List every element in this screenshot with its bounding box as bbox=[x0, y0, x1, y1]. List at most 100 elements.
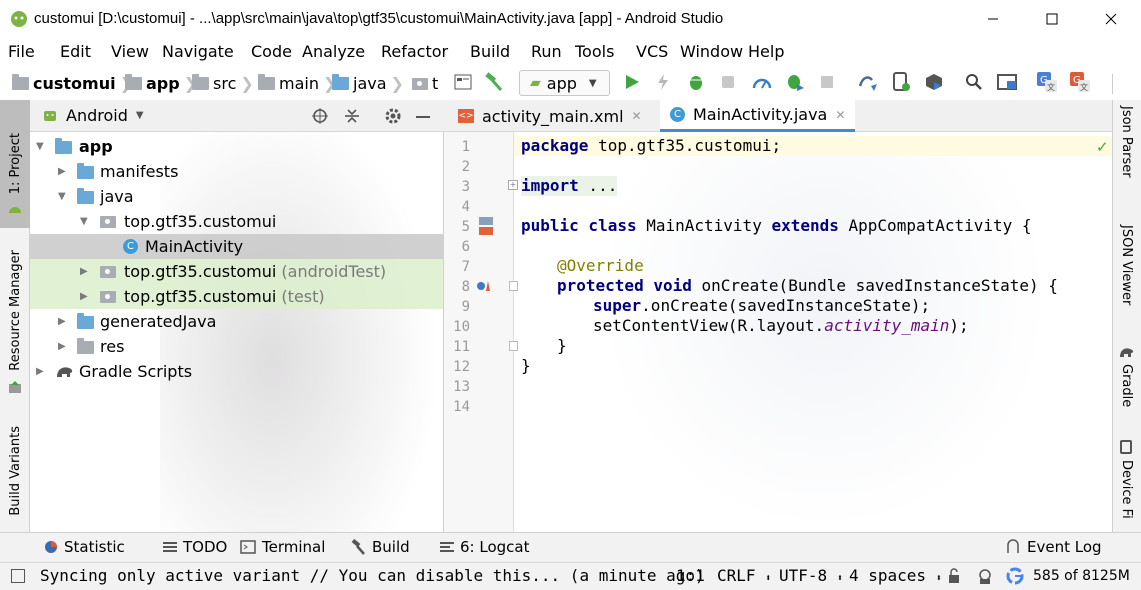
profile-icon[interactable] bbox=[750, 70, 774, 94]
tree-item-java[interactable]: ▼ java bbox=[30, 184, 443, 209]
tree-item-android-test[interactable]: ▶ top.gtf35.customui (androidTest) bbox=[30, 259, 443, 284]
menu-tools[interactable]: Tools bbox=[575, 42, 614, 61]
stop-icon[interactable] bbox=[815, 70, 839, 94]
close-tab-icon[interactable]: ✕ bbox=[632, 109, 642, 123]
menu-analyze[interactable]: Analyze bbox=[302, 42, 365, 61]
statistic-tab[interactable]: Statistic bbox=[44, 538, 125, 556]
build-tab[interactable]: Build bbox=[350, 538, 410, 556]
gear-icon[interactable] bbox=[384, 107, 402, 129]
google-icon[interactable] bbox=[1006, 567, 1024, 589]
debug-icon[interactable] bbox=[684, 70, 708, 94]
tool-window-toggle-icon[interactable] bbox=[11, 569, 25, 583]
crosshair-icon[interactable] bbox=[311, 107, 329, 129]
avd-manager-icon[interactable] bbox=[889, 70, 913, 94]
resource-manager-tab[interactable]: Resource Manager bbox=[0, 240, 30, 380]
tree-item-app[interactable]: ▼ app bbox=[30, 134, 443, 159]
sdk-manager-icon[interactable] bbox=[922, 70, 946, 94]
layout-gutter-icon[interactable] bbox=[477, 216, 495, 240]
file-encoding[interactable]: UTF-8 ⬍ bbox=[779, 566, 843, 585]
todo-tab[interactable]: TODO bbox=[163, 538, 227, 556]
hammer-icon[interactable] bbox=[482, 70, 506, 94]
minimize-icon[interactable] bbox=[970, 0, 1016, 38]
tree-item-manifests[interactable]: ▶ manifests bbox=[30, 159, 443, 184]
tree-item-mainactivity[interactable]: C MainActivity bbox=[30, 234, 443, 259]
run-icon[interactable] bbox=[620, 70, 644, 94]
breadcrumb-src[interactable]: src ❯ bbox=[192, 74, 254, 93]
fold-icon[interactable] bbox=[509, 281, 518, 291]
tree-item-res[interactable]: ▶ res bbox=[30, 334, 443, 359]
coverage-icon[interactable] bbox=[783, 70, 807, 94]
project-structure-icon[interactable] bbox=[995, 70, 1019, 94]
tree-item-package[interactable]: ▼ top.gtf35.customui bbox=[30, 209, 443, 234]
override-gutter-icon[interactable] bbox=[476, 279, 492, 297]
tree-item-test[interactable]: ▶ top.gtf35.customui (test) bbox=[30, 284, 443, 309]
line-separator[interactable]: CRLF ⬍ bbox=[717, 566, 771, 585]
menu-code[interactable]: Code bbox=[251, 42, 292, 61]
menu-file[interactable]: File bbox=[8, 42, 35, 61]
breadcrumb-java[interactable]: java ❯ bbox=[332, 74, 404, 93]
line-number: 1 bbox=[461, 139, 470, 155]
gradle-icon bbox=[1118, 345, 1136, 363]
json-viewer-tab[interactable]: JSON Viewer bbox=[1112, 225, 1141, 325]
menu-vcs[interactable]: VCS bbox=[636, 42, 668, 61]
package-icon bbox=[100, 216, 116, 228]
tree-item-gradle-scripts[interactable]: ▶ Gradle Scripts bbox=[30, 359, 443, 384]
terminal-tab[interactable]: Terminal bbox=[240, 538, 325, 556]
hide-panel-icon[interactable] bbox=[416, 116, 430, 118]
hector-icon[interactable] bbox=[976, 567, 994, 589]
breadcrumb-separator-icon: ❯ bbox=[390, 74, 404, 93]
translate-red-icon[interactable]: G文 bbox=[1068, 70, 1092, 94]
maximize-icon[interactable] bbox=[1029, 0, 1075, 38]
folder-icon bbox=[258, 74, 275, 90]
menu-edit[interactable]: Edit bbox=[60, 42, 91, 61]
build-variants-tab[interactable]: Build Variants bbox=[0, 410, 30, 532]
indent-setting[interactable]: 4 spaces ⬍ bbox=[849, 566, 942, 585]
menu-help[interactable]: Help bbox=[748, 42, 784, 61]
close-icon[interactable] bbox=[1088, 0, 1134, 38]
module-folder-icon bbox=[12, 74, 29, 90]
line-number: 8 bbox=[461, 279, 470, 295]
tab-activity-main-xml[interactable]: <> activity_main.xml ✕ bbox=[448, 100, 652, 132]
collapsed-arrow-icon: ▶ bbox=[36, 366, 44, 377]
fold-icon[interactable]: + bbox=[508, 180, 518, 190]
menu-refactor[interactable]: Refactor bbox=[381, 42, 448, 61]
attach-debugger-icon[interactable] bbox=[716, 70, 740, 94]
breadcrumb-app[interactable]: app ❯ bbox=[125, 74, 197, 93]
event-log-tab[interactable]: Event Log bbox=[1005, 538, 1102, 556]
device-file-tab[interactable]: Device Fi bbox=[1112, 460, 1141, 532]
collapse-all-icon[interactable] bbox=[343, 107, 361, 129]
json-parser-tab[interactable]: Json Parser bbox=[1112, 106, 1141, 206]
code-line-9: super.onCreate(savedInstanceState); bbox=[593, 296, 930, 316]
menu-view[interactable]: View bbox=[111, 42, 149, 61]
breadcrumb-customui[interactable]: customui❯ bbox=[12, 74, 133, 93]
android-view-icon bbox=[42, 107, 58, 127]
tab-main-activity-java[interactable]: C MainActivity.java ✕ bbox=[660, 100, 856, 132]
lock-icon[interactable] bbox=[947, 568, 961, 588]
search-icon[interactable] bbox=[962, 70, 986, 94]
close-tab-icon[interactable]: ✕ bbox=[835, 108, 845, 122]
menu-build[interactable]: Build bbox=[470, 42, 510, 61]
breadcrumb-separator-icon: ❯ bbox=[240, 74, 254, 93]
menu-run[interactable]: Run bbox=[531, 42, 562, 61]
json-parser-label: Json Parser bbox=[1119, 106, 1134, 178]
logcat-tab[interactable]: 6: Logcat bbox=[440, 538, 529, 556]
device-file-label: Device Fi bbox=[1119, 460, 1134, 519]
breadcrumb-main[interactable]: main ❯ bbox=[258, 74, 336, 93]
structure-icon[interactable] bbox=[451, 70, 475, 94]
chevron-down-icon: ▼ bbox=[135, 110, 144, 121]
memory-indicator[interactable]: 585 of 8125M bbox=[1033, 568, 1130, 584]
fold-icon[interactable] bbox=[509, 341, 518, 351]
menu-window[interactable]: Window bbox=[680, 42, 743, 61]
translate-icon[interactable]: G文 bbox=[1035, 70, 1059, 94]
apply-changes-icon[interactable] bbox=[651, 70, 675, 94]
code-line-12: } bbox=[521, 356, 531, 375]
breadcrumb-top[interactable]: t bbox=[412, 74, 438, 93]
run-configuration-dropdown[interactable]: ▰ app ▼ bbox=[519, 70, 610, 96]
project-view-selector[interactable]: Android ▼ bbox=[66, 106, 144, 125]
sync-icon[interactable] bbox=[856, 70, 880, 94]
package-icon bbox=[412, 77, 428, 90]
tree-item-generated-java[interactable]: ▶ generatedJava bbox=[30, 309, 443, 334]
menu-navigate[interactable]: Navigate bbox=[162, 42, 234, 61]
gradle-tab[interactable]: Gradle bbox=[1112, 364, 1141, 424]
caret-position[interactable]: 1:1 bbox=[676, 566, 705, 585]
